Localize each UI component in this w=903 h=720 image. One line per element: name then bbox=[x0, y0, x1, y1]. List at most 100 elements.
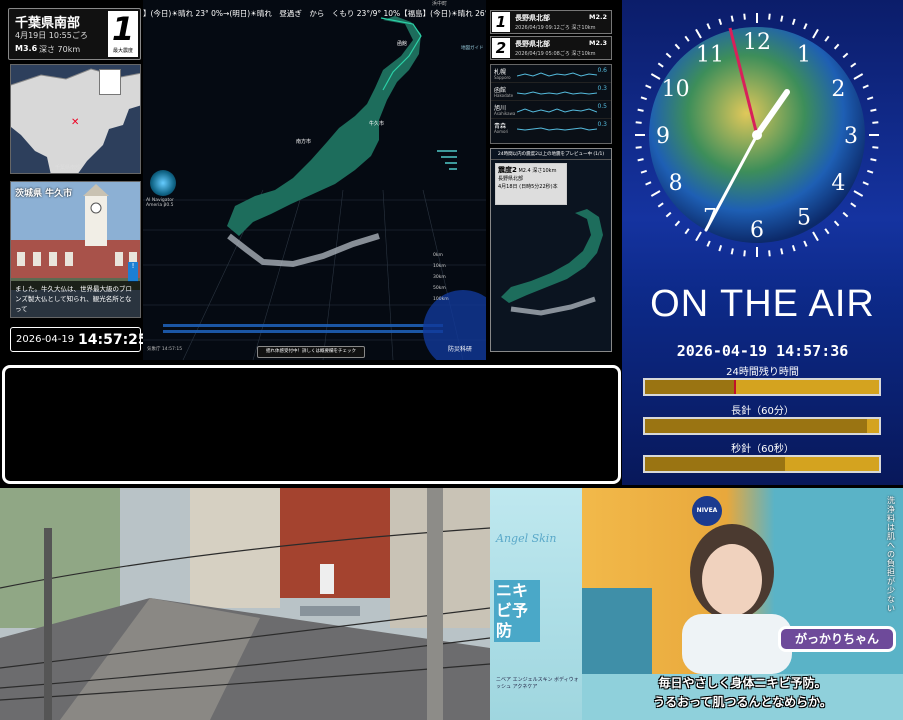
nied-credit: 防災科研 bbox=[448, 346, 473, 353]
progress-fill bbox=[645, 380, 734, 394]
max-shindo-value: 1 bbox=[111, 10, 135, 48]
tv-advertisement: Angel Skin ニキビ予防 ニベア エンジェルスキン ボディウォッシュ ア… bbox=[490, 488, 903, 720]
bar-label-minute: 長針（60分） bbox=[731, 406, 794, 417]
ad-brand: Angel Skin bbox=[496, 532, 557, 545]
progress-bar-minute bbox=[643, 417, 881, 435]
local-time: 14:57:25 bbox=[78, 332, 148, 348]
clock-tick bbox=[870, 158, 877, 162]
station-romaji: Hakodate bbox=[494, 93, 514, 98]
clock-tick bbox=[768, 13, 771, 20]
mini-map-label: 千葉県南部 bbox=[55, 165, 81, 171]
seismograph-list: 札幌 Sapporo 0.6 函館 Hakodate 0.3 旭川 Asahik… bbox=[490, 64, 612, 144]
map-guide-label: 地図ガイド bbox=[461, 46, 484, 51]
clock-tick bbox=[684, 228, 690, 235]
clock-tick bbox=[640, 169, 647, 174]
station-value: 0.5 bbox=[597, 103, 607, 110]
station-value: 0.3 bbox=[597, 121, 607, 128]
ai-navigator: AI Navigator Ameria β0.5 bbox=[146, 170, 180, 208]
nivea-logo: NIVEA bbox=[692, 496, 722, 526]
clock-tick bbox=[730, 248, 734, 255]
clock-tick bbox=[780, 15, 784, 22]
seismograph-wave bbox=[517, 108, 597, 113]
preview-time: 4月18日 (日時5分22秒)本 bbox=[498, 184, 558, 190]
station-romaji: Sapporo bbox=[494, 75, 511, 80]
map-timestamp: 気象庁 14:57:15 bbox=[147, 347, 183, 352]
on-air-datetime: 2026-04-19 14:57:36 bbox=[676, 342, 849, 360]
clock-tick bbox=[853, 73, 864, 80]
bar-label-second: 秒針（60秒） bbox=[731, 444, 794, 455]
depth-tick: 50km bbox=[433, 286, 446, 291]
progress-fill bbox=[645, 419, 868, 433]
clock-tick bbox=[730, 15, 734, 22]
message-box bbox=[2, 365, 621, 484]
recent-quakes-list: 1 長野県北部 M2.2 2026/04/19 09:12ごろ 深さ10km 2… bbox=[490, 10, 612, 62]
epicenter-x-icon: ✕ bbox=[71, 117, 80, 128]
clock-tick bbox=[645, 84, 652, 89]
clock-tick bbox=[867, 169, 874, 174]
map-city-tag: 牛久市 bbox=[369, 121, 385, 127]
epicenter-mini-map: ✕ 千葉県南部 bbox=[10, 64, 141, 174]
clock-tick bbox=[824, 35, 830, 42]
city-title: 茨城県 牛久市 bbox=[15, 189, 73, 199]
weather-ticker: 】(今日)☀晴れ 23° 0%→(明日)☀晴れ 昼過ぎ から くもり 23°/9… bbox=[143, 9, 486, 18]
station-romaji: Asahikawa bbox=[494, 111, 516, 116]
max-shindo-label: 最大震度 bbox=[112, 48, 133, 54]
ad-subtitle-line: 毎日やさしく身体ニキビ予防。 bbox=[658, 676, 827, 690]
clock-tick bbox=[791, 18, 796, 25]
ai-navigator-label: AI Navigator Ameria β0.5 bbox=[146, 198, 174, 208]
clock-tick bbox=[743, 250, 746, 257]
on-air-title: ON THE AIR bbox=[650, 283, 875, 325]
preview-info: 震度2 M2.4 深さ10km 長野県北部 4月18日 (日時5分22秒)本 bbox=[495, 163, 567, 205]
seismograph-row: 札幌 Sapporo 0.6 bbox=[491, 65, 611, 83]
map-graphic bbox=[143, 16, 486, 360]
clock-number: 10 bbox=[662, 77, 690, 102]
map-city-tag: 南方市 bbox=[296, 139, 312, 145]
clock-tick bbox=[791, 245, 796, 252]
japan-3d-map: 】(今日)☀晴れ 23° 0%→(明日)☀晴れ 昼過ぎ から くもり 23°/9… bbox=[143, 0, 486, 360]
seismograph-wave bbox=[517, 91, 597, 95]
preview-mag: M2.4 深さ10km bbox=[518, 168, 557, 174]
clock-number: 6 bbox=[750, 218, 764, 243]
clock-tick bbox=[853, 190, 864, 197]
clock-number: 8 bbox=[669, 171, 683, 196]
quake-time: 4月19日 10:55ごろ bbox=[15, 31, 88, 40]
clock-number: 7 bbox=[703, 205, 717, 230]
clock-tick bbox=[718, 18, 723, 25]
clock-tick bbox=[650, 73, 661, 80]
clock-tick bbox=[645, 181, 652, 186]
max-shindo-badge: 1 最大震度 bbox=[108, 11, 138, 57]
progress-fill bbox=[645, 457, 786, 471]
live-street-camera bbox=[0, 488, 490, 720]
depth-tick: 30km bbox=[433, 275, 446, 280]
clock-tick bbox=[665, 52, 672, 59]
clock-number: 2 bbox=[831, 77, 845, 102]
clock-tick bbox=[674, 43, 681, 50]
city-photo-card: 茨城県 牛久市 ! ました。牛久大仏は、世界最大級のブロンズ製大仏として知られ、… bbox=[10, 181, 141, 318]
station-value: 0.3 bbox=[597, 85, 607, 92]
clock-tick bbox=[695, 231, 702, 242]
clock-tick bbox=[640, 96, 647, 101]
clock-tick bbox=[718, 245, 723, 252]
seismograph-row: 青森 Aomori 0.3 bbox=[491, 119, 611, 137]
clock-tick bbox=[833, 43, 840, 50]
clock-tick bbox=[872, 146, 879, 149]
preview-header: 24時間以内の震度2以上の地震をプレビュー中 (1/1) bbox=[491, 149, 611, 160]
depth-scale: 0km 10km 30km 50km 100km bbox=[433, 250, 449, 305]
clock-tick bbox=[842, 52, 849, 59]
preview-place: 長野県北部 bbox=[498, 176, 524, 182]
depth-tick: 10km bbox=[433, 264, 446, 269]
map-top-label: 浜中町 bbox=[432, 1, 448, 7]
recent-detail: 2026/04/19 09:12ごろ 深さ10km bbox=[515, 25, 596, 31]
clock-tick bbox=[743, 13, 746, 20]
clock-number: 5 bbox=[797, 205, 811, 230]
clock-tick bbox=[768, 250, 771, 257]
clock-tick bbox=[870, 108, 877, 112]
progress-marker bbox=[733, 380, 736, 394]
clock-tick bbox=[637, 158, 644, 162]
clock-number: 9 bbox=[656, 124, 670, 149]
clock-tick bbox=[657, 62, 664, 68]
bar-label-24h: 24時間残り時間 bbox=[726, 367, 799, 378]
clock-tick bbox=[706, 23, 711, 30]
local-date: 2026-04-19 bbox=[16, 334, 75, 345]
clock-tick bbox=[803, 240, 808, 247]
